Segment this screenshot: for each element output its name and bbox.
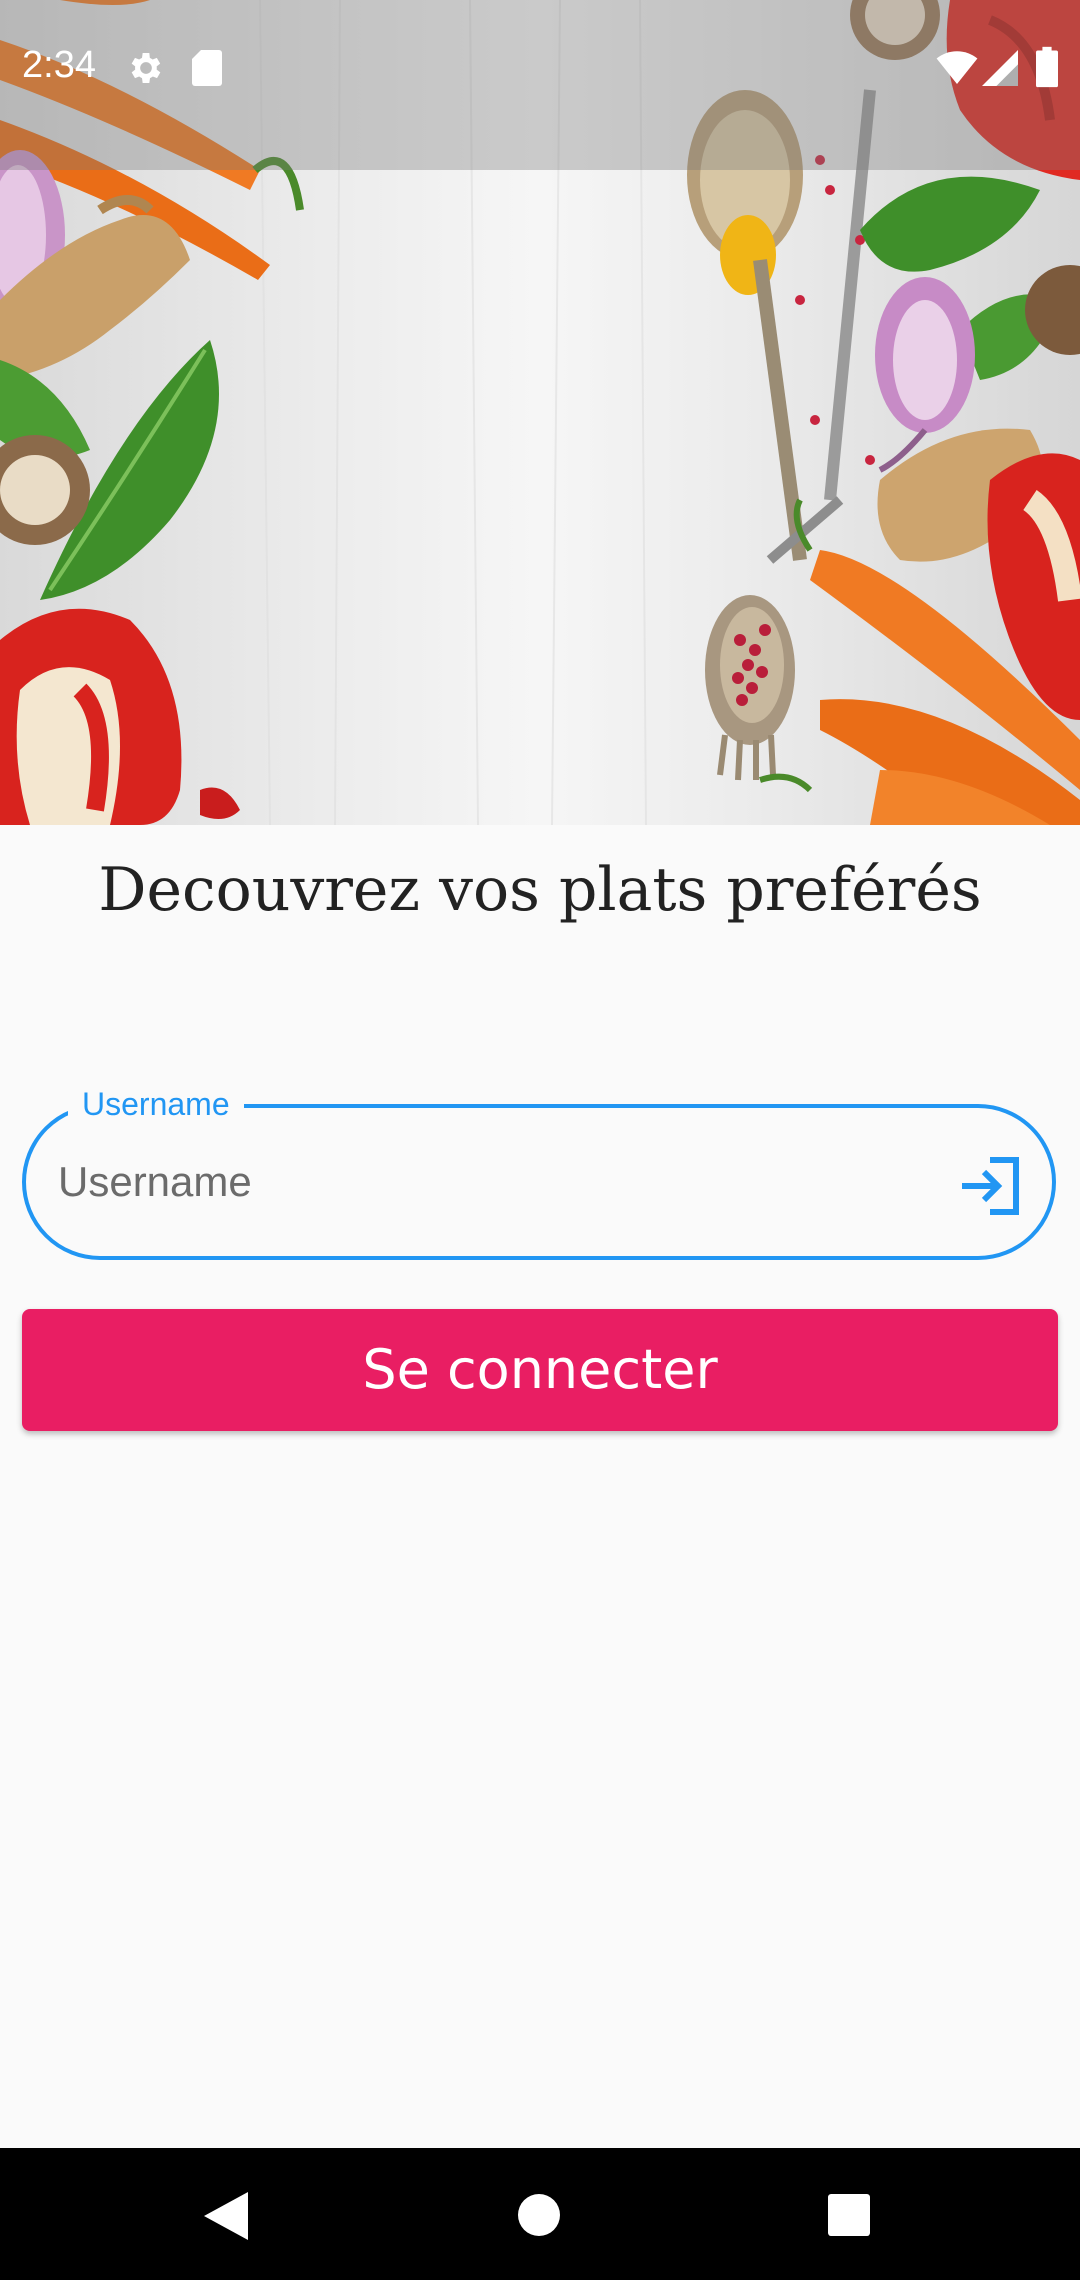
connect-button[interactable]: Se connecter — [22, 1309, 1058, 1431]
status-bar: 2:34 — [0, 0, 1080, 170]
login-icon[interactable] — [958, 1156, 1022, 1216]
back-icon[interactable] — [204, 2192, 248, 2240]
username-field[interactable]: Username — [22, 1080, 1056, 1260]
signal-icon — [982, 50, 1018, 86]
home-icon[interactable] — [518, 2194, 560, 2236]
recents-icon[interactable] — [828, 2194, 870, 2236]
username-label: Username — [68, 1080, 244, 1128]
sd-card-icon — [192, 50, 222, 86]
login-screen: 2:34 Decouvrez vos plats preférés Userna… — [0, 0, 1080, 2280]
status-time: 2:34 — [22, 44, 96, 86]
gear-icon — [131, 53, 161, 83]
navigation-bar — [0, 2148, 1080, 2280]
wifi-icon — [936, 51, 978, 84]
username-input[interactable] — [56, 1146, 940, 1218]
page-title: Decouvrez vos plats preférés — [98, 855, 982, 925]
battery-icon — [1036, 46, 1058, 88]
